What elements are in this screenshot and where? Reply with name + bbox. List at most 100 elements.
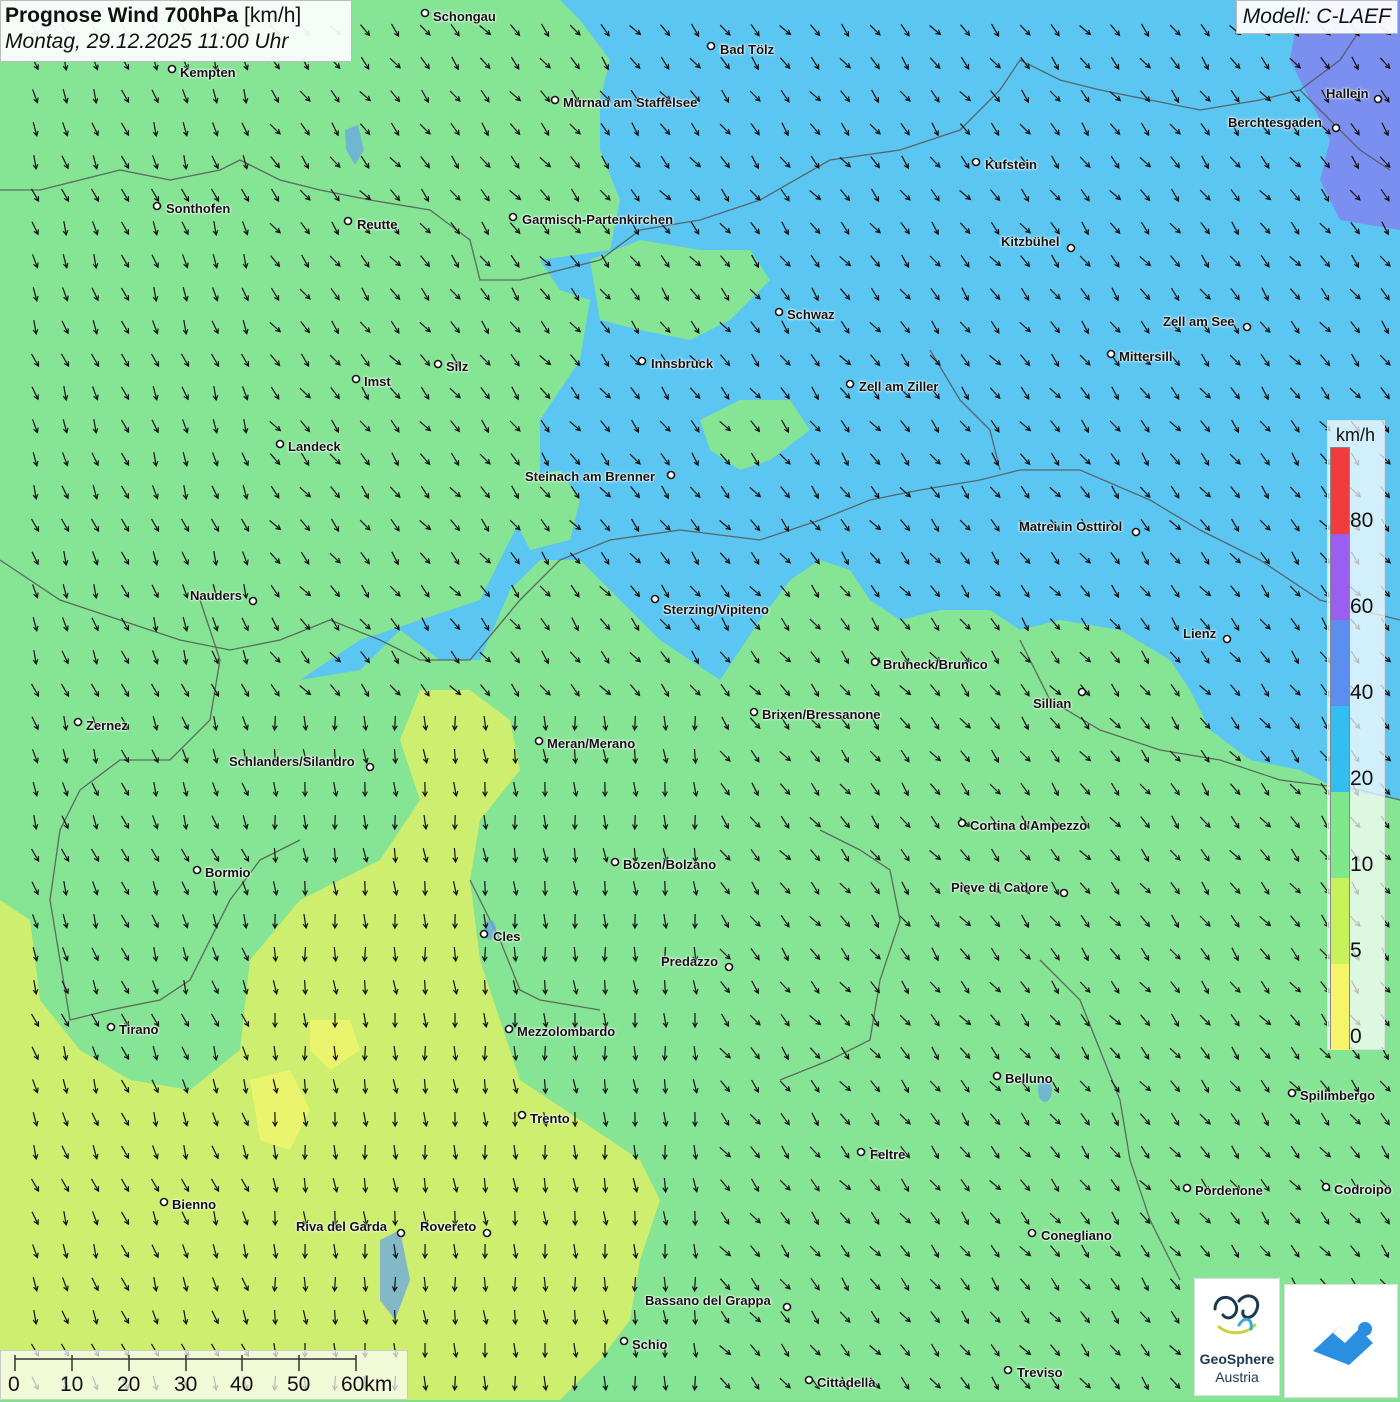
city-label[interactable]: Zell am See — [1163, 314, 1235, 329]
city-label[interactable]: Bienno — [172, 1197, 216, 1212]
city-label[interactable]: Reutte — [357, 217, 397, 232]
city-marker[interactable] — [1131, 527, 1141, 537]
city-marker[interactable] — [106, 1022, 116, 1032]
city-marker[interactable] — [1059, 888, 1069, 898]
city-marker[interactable] — [365, 762, 375, 772]
city-marker[interactable] — [957, 818, 967, 828]
city-marker[interactable] — [870, 657, 880, 667]
city-marker[interactable] — [774, 307, 784, 317]
city-marker[interactable] — [517, 1110, 527, 1120]
city-marker[interactable] — [482, 1228, 492, 1238]
city-label[interactable]: Conegliano — [1041, 1228, 1112, 1243]
city-marker[interactable] — [971, 157, 981, 167]
city-marker[interactable] — [420, 8, 430, 18]
city-marker[interactable] — [1242, 322, 1252, 332]
city-marker[interactable] — [619, 1336, 629, 1346]
city-label[interactable]: Murnau am Staffelsee — [563, 95, 697, 110]
city-label[interactable]: Garmisch-Partenkirchen — [522, 212, 673, 227]
city-marker[interactable] — [706, 41, 716, 51]
city-label[interactable]: Treviso — [1017, 1365, 1063, 1380]
city-marker[interactable] — [782, 1302, 792, 1312]
city-marker[interactable] — [343, 216, 353, 226]
geosphere-logo[interactable]: GeoSphere Austria — [1194, 1278, 1280, 1396]
city-label[interactable]: Cittadella — [817, 1375, 876, 1390]
city-marker[interactable] — [275, 439, 285, 449]
city-marker[interactable] — [992, 1071, 1002, 1081]
city-label[interactable]: Trento — [530, 1111, 570, 1126]
city-marker[interactable] — [1331, 123, 1341, 133]
city-marker[interactable] — [248, 596, 258, 606]
city-label[interactable]: Meran/Merano — [547, 736, 635, 751]
city-marker[interactable] — [724, 962, 734, 972]
city-marker[interactable] — [167, 64, 177, 74]
city-marker[interactable] — [610, 857, 620, 867]
city-label[interactable]: Kufstein — [985, 157, 1037, 172]
city-label[interactable]: Predazzo — [661, 954, 718, 969]
city-label[interactable]: Innsbruck — [651, 356, 713, 371]
city-label[interactable]: Spilimbergo — [1300, 1088, 1375, 1103]
city-marker[interactable] — [1373, 94, 1383, 104]
city-label[interactable]: Nauders — [190, 588, 242, 603]
city-label[interactable]: Codroipo — [1334, 1182, 1392, 1197]
city-marker[interactable] — [1077, 687, 1087, 697]
city-label[interactable]: Zernez — [86, 718, 128, 733]
city-label[interactable]: Hallein — [1326, 86, 1369, 101]
city-marker[interactable] — [749, 707, 759, 717]
city-marker[interactable] — [504, 1024, 514, 1034]
city-marker[interactable] — [845, 379, 855, 389]
city-marker[interactable] — [479, 929, 489, 939]
app-logo[interactable] — [1284, 1284, 1398, 1398]
city-marker[interactable] — [192, 865, 202, 875]
city-label[interactable]: Silz — [446, 359, 468, 374]
city-marker[interactable] — [550, 95, 560, 105]
city-label[interactable]: Tirano — [119, 1022, 159, 1037]
city-label[interactable]: Lienz — [1183, 626, 1216, 641]
city-label[interactable]: Belluno — [1005, 1071, 1053, 1086]
city-marker[interactable] — [1182, 1183, 1192, 1193]
city-label[interactable]: Schlanders/Silandro — [229, 754, 355, 769]
city-label[interactable]: Landeck — [288, 439, 341, 454]
city-label[interactable]: Mezzolombardo — [517, 1024, 615, 1039]
city-label[interactable]: Schongau — [433, 9, 496, 24]
city-label[interactable]: Pieve di Cadore — [951, 880, 1049, 895]
city-label[interactable]: Zell am Ziller — [859, 379, 938, 394]
city-label[interactable]: Sterzing/Vipiteno — [663, 602, 769, 617]
city-marker[interactable] — [433, 359, 443, 369]
city-marker[interactable] — [534, 736, 544, 746]
city-label[interactable]: Kitzbühel — [1001, 234, 1060, 249]
city-label[interactable]: Schio — [632, 1337, 667, 1352]
city-label[interactable]: Cortina d'Ampezzo — [970, 818, 1087, 833]
city-label[interactable]: Sillian — [1033, 696, 1071, 711]
city-label[interactable]: Riva del Garda — [296, 1219, 387, 1234]
city-label[interactable]: Matrei in Osttirol — [1019, 519, 1122, 534]
city-label[interactable]: Sonthofen — [166, 201, 230, 216]
city-marker[interactable] — [666, 470, 676, 480]
city-marker[interactable] — [396, 1228, 406, 1238]
city-marker[interactable] — [856, 1147, 866, 1157]
city-marker[interactable] — [1003, 1365, 1013, 1375]
city-label[interactable]: Brixen/Bressanone — [762, 707, 881, 722]
city-label[interactable]: Cles — [493, 929, 520, 944]
city-label[interactable]: Kempten — [180, 65, 236, 80]
city-label[interactable]: Imst — [364, 374, 391, 389]
city-label[interactable]: Bassano del Grappa — [645, 1293, 771, 1308]
city-label[interactable]: Steinach am Brenner — [525, 469, 655, 484]
city-label[interactable]: Feltre — [870, 1147, 905, 1162]
city-marker[interactable] — [804, 1375, 814, 1385]
city-label[interactable]: Bormio — [205, 865, 251, 880]
city-marker[interactable] — [508, 212, 518, 222]
city-marker[interactable] — [650, 594, 660, 604]
city-marker[interactable] — [1027, 1228, 1037, 1238]
city-marker[interactable] — [637, 356, 647, 366]
city-marker[interactable] — [1066, 243, 1076, 253]
city-marker[interactable] — [1321, 1182, 1331, 1192]
city-label[interactable]: Pordenone — [1195, 1183, 1263, 1198]
city-marker[interactable] — [1287, 1088, 1297, 1098]
city-label[interactable]: Bruneck/Brunico — [883, 657, 988, 672]
city-marker[interactable] — [1222, 634, 1232, 644]
city-marker[interactable] — [159, 1197, 169, 1207]
city-label[interactable]: Bozen/Bolzano — [623, 857, 716, 872]
city-label[interactable]: Rovereto — [420, 1219, 476, 1234]
city-marker[interactable] — [73, 717, 83, 727]
city-marker[interactable] — [152, 201, 162, 211]
